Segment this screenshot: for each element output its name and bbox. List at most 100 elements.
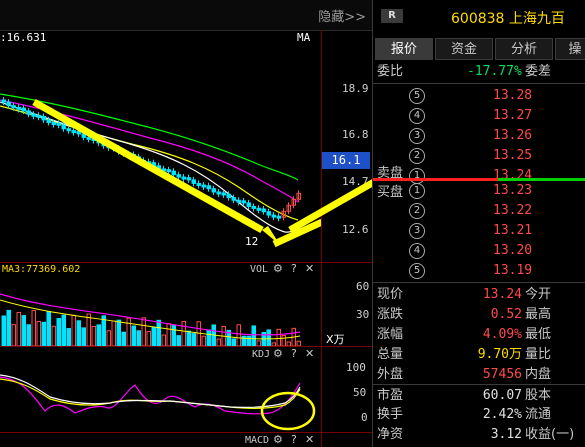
macd-title: MACD	[245, 435, 270, 446]
volume-bar	[71, 314, 76, 346]
quote-tabs: 报价 资金 分析 操	[373, 38, 585, 60]
volume-bar	[236, 324, 241, 346]
candle	[221, 192, 226, 196]
stat-label-secondary: 量比	[525, 347, 552, 362]
candle	[216, 191, 221, 195]
volume-bar	[216, 338, 221, 346]
stock-code: 600838	[451, 11, 505, 27]
volume-bar	[41, 321, 46, 346]
stock-name: 上海九百	[508, 11, 565, 27]
volume-bar	[271, 342, 276, 346]
candle	[6, 101, 11, 107]
stat-label: 换手	[377, 407, 404, 422]
buy-level-row[interactable]: 2 13.22	[373, 201, 585, 221]
buy-level-row[interactable]: 3 13.21	[373, 221, 585, 241]
level-number: 2	[409, 148, 425, 164]
stat-value: 9.70万	[477, 347, 522, 362]
ma-line-magenta	[0, 99, 299, 203]
help-icon[interactable]: ?	[291, 347, 297, 360]
chart-toolbar: 隐藏>>	[0, 0, 372, 31]
stock-title: 600838 上海九百	[451, 8, 565, 28]
volume-bar	[91, 326, 96, 346]
sell-level-row[interactable]: 2 13.25	[373, 146, 585, 166]
volume-bar	[126, 317, 131, 346]
r-badge: R	[381, 9, 403, 23]
volume-bar	[276, 328, 281, 346]
volume-bar	[286, 341, 291, 346]
volume-bar	[51, 325, 56, 346]
buy-price: 13.22	[493, 203, 533, 218]
tab-quote[interactable]: 报价	[375, 38, 433, 60]
stat-value: 4.09%	[482, 327, 522, 342]
up-trend-arrow	[288, 179, 372, 234]
volume-bar	[96, 324, 101, 346]
level-number: 2	[409, 203, 425, 219]
volume-chart[interactable]	[0, 276, 321, 346]
candle	[256, 207, 261, 211]
buy-price: 13.20	[493, 243, 533, 258]
volume-bar	[31, 310, 36, 346]
candle	[261, 208, 266, 213]
volume-bar	[181, 320, 186, 346]
down-trend-arrow	[32, 98, 264, 234]
sell-level-row[interactable]: 5 13.28	[373, 86, 585, 106]
volume-bar	[121, 331, 126, 346]
gear-icon[interactable]: ⚙	[273, 433, 283, 446]
stat-label-secondary: 最低	[525, 327, 552, 342]
help-icon[interactable]: ?	[291, 433, 297, 446]
stat-value: 13.24	[482, 287, 522, 302]
candlestick-chart[interactable]	[0, 30, 321, 262]
volume-ma-label: MA3:77369.602	[2, 264, 81, 275]
volume-bar	[201, 335, 206, 346]
volume-bar	[106, 330, 111, 346]
volume-bar	[136, 330, 141, 346]
candle	[241, 200, 246, 204]
stat-label: 外盘	[377, 367, 404, 382]
kdj-chart[interactable]	[0, 361, 321, 432]
candle	[51, 122, 56, 126]
level-number: 1	[409, 183, 425, 199]
sell-price: 13.26	[493, 128, 533, 143]
candle	[231, 197, 236, 201]
candle	[61, 124, 66, 130]
candle	[16, 106, 21, 110]
volume-bar	[171, 324, 176, 346]
gear-icon[interactable]: ⚙	[273, 262, 283, 275]
tab-funds[interactable]: 资金	[435, 38, 493, 60]
volume-bar	[86, 313, 91, 346]
gear-icon[interactable]: ⚙	[273, 347, 283, 360]
sell-level-row[interactable]: 3 13.26	[373, 126, 585, 146]
chart-area[interactable]: 隐藏>> :16.631 MA 18.9 16.8 14.7 12.6 16.1…	[0, 0, 372, 447]
candle	[21, 107, 26, 112]
close-icon[interactable]: ✕	[305, 262, 314, 275]
buy-level-row[interactable]: 1 13.23	[373, 181, 585, 201]
level-number: 3	[409, 128, 425, 144]
volume-bar	[206, 329, 211, 346]
help-icon[interactable]: ?	[291, 262, 297, 275]
level-number: 4	[409, 243, 425, 259]
buy-level-row[interactable]: 5 13.19	[373, 261, 585, 281]
candle	[1, 99, 6, 103]
stat-value: 3.12	[490, 427, 522, 442]
close-icon[interactable]: ✕	[305, 347, 314, 360]
weicha-label: 委差	[525, 64, 552, 79]
stat-label-secondary: 股本	[525, 388, 552, 403]
tab-analysis[interactable]: 分析	[495, 38, 553, 60]
sell-level-row[interactable]: 4 13.27	[373, 106, 585, 126]
candle	[271, 214, 276, 218]
level-number: 5	[409, 263, 425, 279]
volume-bar	[26, 324, 31, 346]
close-icon[interactable]: ✕	[305, 433, 314, 446]
volume-bar	[231, 338, 236, 346]
candle	[181, 176, 186, 180]
candle	[236, 199, 241, 203]
volume-bar	[246, 335, 251, 346]
highlight-circle	[260, 391, 316, 431]
tab-operate[interactable]: 操	[555, 38, 585, 60]
level-number: 5	[409, 88, 425, 104]
candle	[176, 174, 181, 178]
hide-panel-button[interactable]: 隐藏>>	[318, 6, 366, 25]
volume-header: MA3:77369.602 VOL ⚙ ? ✕	[0, 262, 321, 276]
buy-level-row[interactable]: 4 13.20	[373, 241, 585, 261]
candle	[226, 193, 231, 199]
